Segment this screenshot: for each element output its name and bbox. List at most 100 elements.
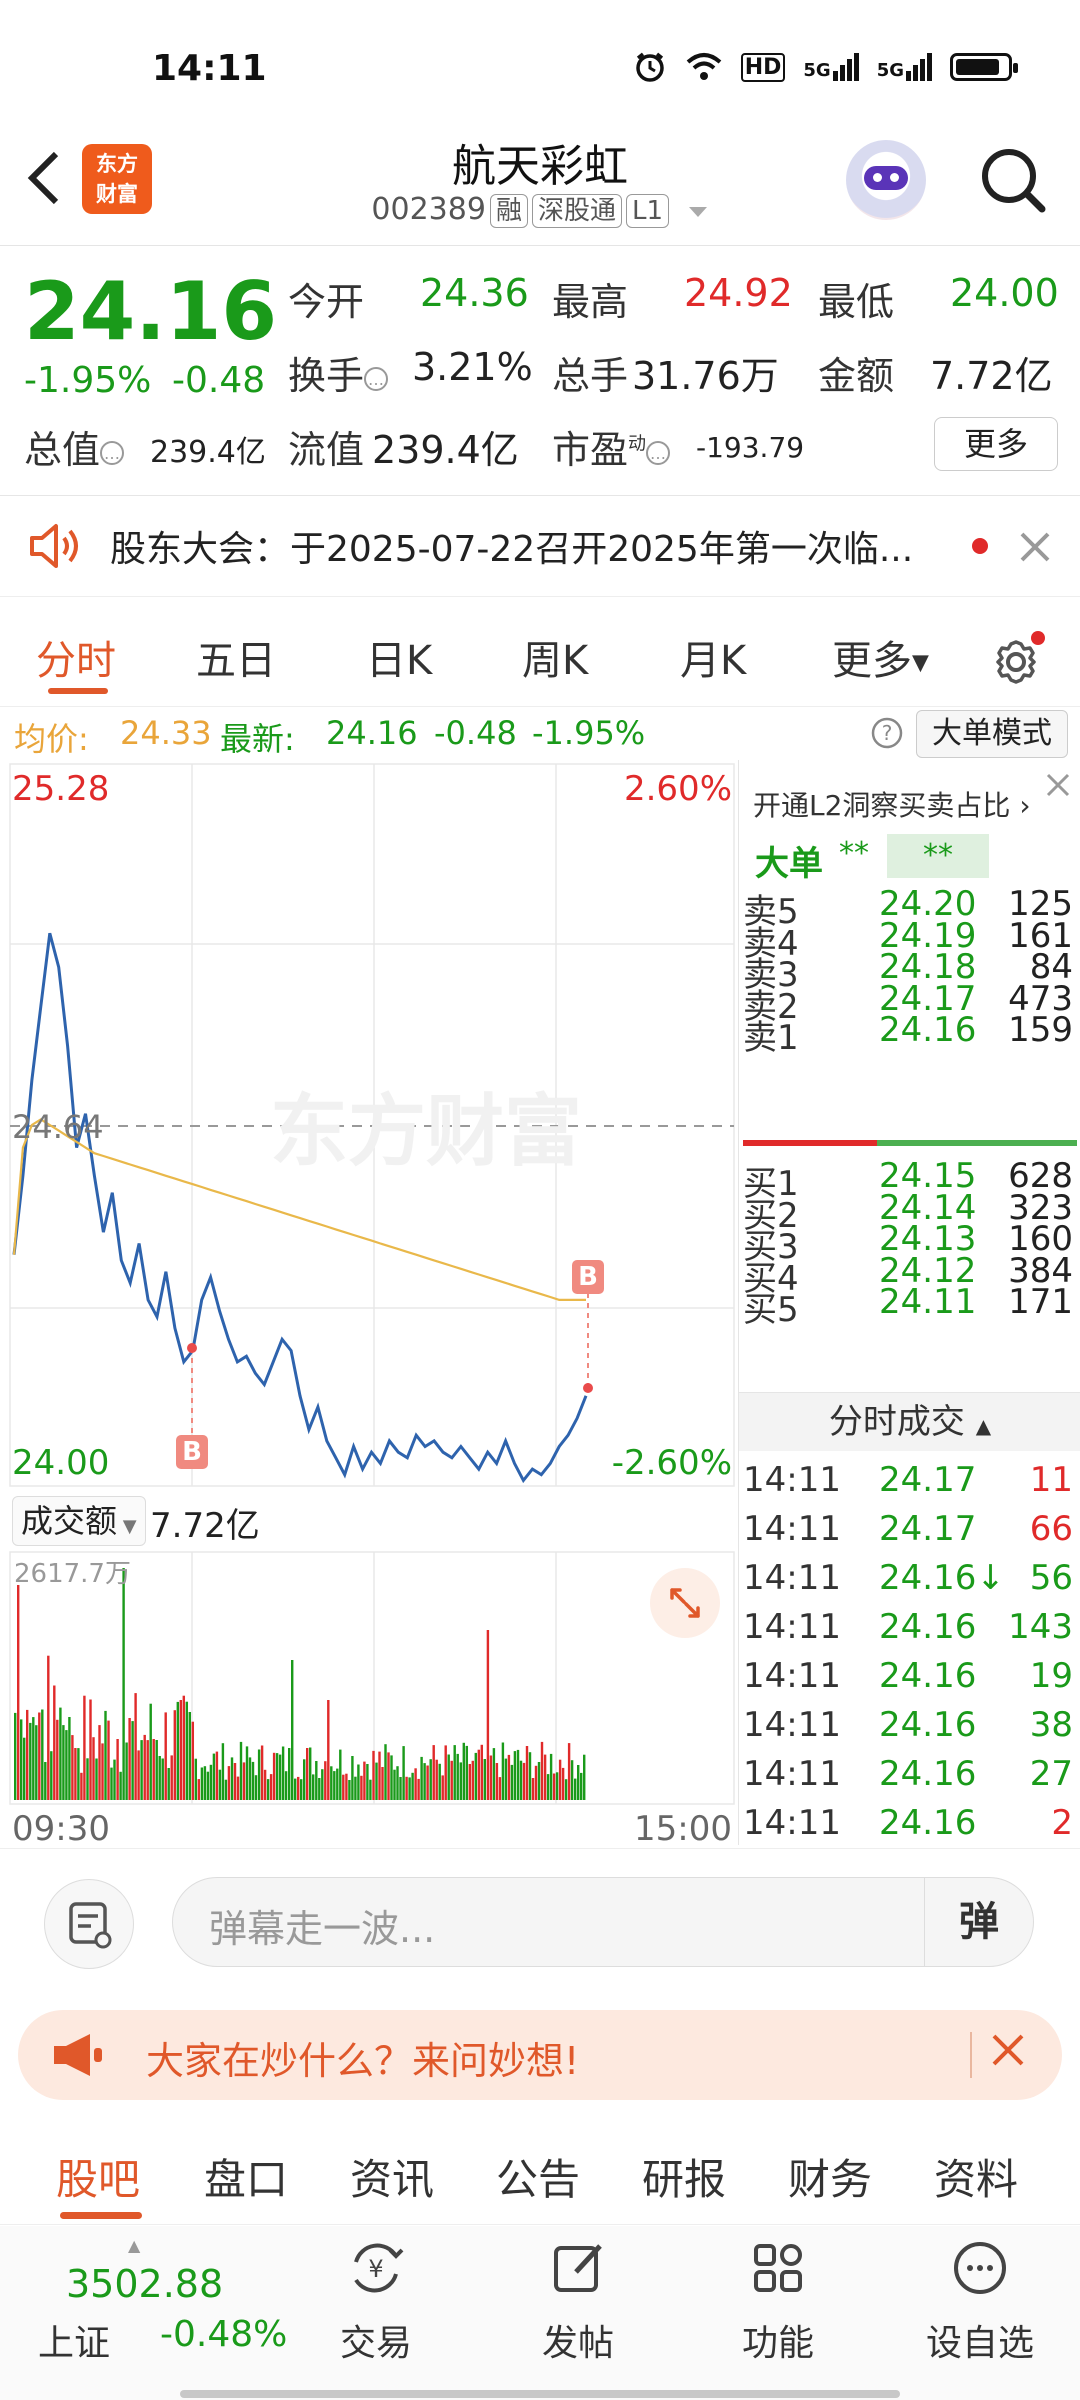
ask-row[interactable]: 卖1 24.16 159: [739, 1010, 1080, 1058]
buy-marker-2[interactable]: B: [572, 1260, 604, 1294]
trade-icon: ¥: [354, 2243, 404, 2293]
gear-icon: [996, 631, 1045, 684]
volume-bar: [209, 1764, 213, 1800]
quote-panel: 24.16 -1.95% -0.48 今开 24.36 最高 24.92 最低 …: [0, 245, 1080, 496]
bid-price: 24.11: [879, 1282, 977, 1322]
tab-five-day[interactable]: 五日: [196, 628, 276, 686]
volume-bar: [101, 1743, 104, 1800]
volume-bar: [236, 1776, 240, 1800]
nav-functions[interactable]: 功能: [708, 2226, 848, 2366]
tab-finance[interactable]: 财务: [788, 2146, 872, 2207]
close-icon[interactable]: [1018, 530, 1052, 564]
big-order-value-1: **: [839, 836, 869, 871]
index-widget[interactable]: ▲ 3502.88 上证 -0.48%: [20, 2236, 287, 2386]
close-icon[interactable]: [1045, 772, 1071, 798]
notice-text[interactable]: 股东大会：于2025-07-22召开2025年第一次临...: [110, 520, 913, 572]
info-icon[interactable]: …: [364, 366, 389, 391]
bid-row[interactable]: 买5 24.11 171: [739, 1282, 1080, 1330]
expand-icon: [670, 1588, 700, 1618]
volume-bar: [260, 1745, 264, 1800]
high-value: 24.92: [684, 271, 793, 315]
volume-selector[interactable]: 成交额 ▼: [12, 1496, 146, 1546]
volume-bar: [221, 1743, 225, 1800]
danmu-settings-button[interactable]: [44, 1879, 134, 1969]
tab-news[interactable]: 资讯: [350, 2146, 434, 2207]
marker-dot: [583, 1383, 593, 1393]
buy-marker-1[interactable]: B: [176, 1435, 208, 1469]
volume-bar: [291, 1660, 294, 1800]
volume-bar: [146, 1740, 149, 1800]
volume-bar: [327, 1700, 330, 1800]
tab-profile[interactable]: 资料: [934, 2146, 1018, 2207]
info-icon[interactable]: …: [100, 440, 125, 465]
tick-price: 24.16↓: [879, 1558, 1005, 1598]
volume-bar: [158, 1756, 161, 1800]
volume-bar: [411, 1772, 414, 1800]
tab-research[interactable]: 研报: [642, 2146, 726, 2207]
tab-announcements[interactable]: 公告: [496, 2146, 580, 2207]
stock-code: 002389: [371, 192, 486, 227]
ticks-header[interactable]: 分时成交 ▲: [739, 1392, 1080, 1451]
volume-bar: [59, 1707, 62, 1800]
tab-monthly-k[interactable]: 月K: [680, 628, 746, 686]
more-quote-button[interactable]: 更多: [934, 417, 1058, 471]
volume-bar: [507, 1754, 511, 1800]
tab-weekly-k[interactable]: 周K: [522, 628, 588, 686]
expand-chart-button[interactable]: [650, 1568, 720, 1638]
volume-bar: [399, 1777, 402, 1800]
volume-bar: [227, 1766, 231, 1800]
volume-bar: [456, 1753, 459, 1800]
close-banner-button[interactable]: [978, 2024, 1038, 2084]
tab-daily-k[interactable]: 日K: [366, 628, 432, 686]
dropdown-triangle-icon[interactable]: [687, 205, 709, 219]
danmu-send-button[interactable]: 弹: [924, 1878, 1033, 1966]
volume-bar: [429, 1759, 432, 1800]
turnover-label: 换手…: [288, 345, 389, 400]
nav-add-watchlist[interactable]: 设自选: [910, 2226, 1050, 2366]
info-icon[interactable]: …: [646, 440, 671, 465]
ask-ai-banner[interactable]: 大家在炒什么？来问妙想!: [18, 2010, 1062, 2100]
volume-bar: [173, 1710, 177, 1800]
volume-bar: [68, 1717, 71, 1800]
big-order-mode-button[interactable]: 大单模式: [916, 710, 1068, 758]
search-button[interactable]: [978, 145, 1048, 215]
intraday-chart[interactable]: 东方财富 25.28 2.60% 24.64 24.00 -2.60% 2617…: [0, 760, 740, 1845]
ask-ai-text[interactable]: 大家在炒什么？来问妙想!: [146, 2030, 579, 2085]
robot-assistant-avatar[interactable]: [846, 140, 926, 220]
settings-button[interactable]: [988, 630, 1048, 690]
volume-bar: [17, 1585, 20, 1800]
nav-post[interactable]: 发帖: [508, 2226, 648, 2366]
l2-promo-link[interactable]: 开通L2洞察买卖占比 ›: [753, 784, 1031, 824]
volume-bar: [297, 1776, 300, 1800]
volume-bar: [489, 1755, 493, 1800]
volume-bar: [342, 1774, 345, 1800]
tab-intraday[interactable]: 分时: [36, 628, 116, 686]
volume-bar: [230, 1757, 234, 1800]
nav-trade[interactable]: ¥ 交易: [306, 2226, 446, 2366]
tab-more[interactable]: 更多▼: [832, 628, 929, 686]
tab-guba[interactable]: 股吧: [56, 2146, 140, 2207]
volume-bar: [272, 1752, 276, 1800]
volume-bar: [248, 1757, 252, 1800]
time-start-label: 09:30: [12, 1809, 110, 1845]
volume-bar: [522, 1762, 526, 1800]
volume-bar: [119, 1771, 122, 1800]
volume-bar: [438, 1763, 441, 1800]
big-order-value-2: **: [887, 834, 989, 878]
volume-bar: [110, 1767, 113, 1800]
tab-pankou[interactable]: 盘口: [204, 2146, 288, 2207]
help-icon[interactable]: ?: [870, 716, 904, 750]
wifi-icon: [686, 53, 722, 80]
latest-change: -0.48: [434, 714, 517, 752]
danmu-input[interactable]: 弹幕走一波... 弹: [172, 1877, 1034, 1967]
unread-dot: [972, 538, 988, 554]
volume-bar: [390, 1755, 393, 1800]
volume-bar: [263, 1769, 267, 1800]
volume-bar: [450, 1760, 453, 1800]
volume-bar: [218, 1769, 222, 1800]
volume-bar: [465, 1745, 469, 1800]
marker-dot: [187, 1343, 197, 1353]
notice-bar[interactable]: 股东大会：于2025-07-22召开2025年第一次临...: [0, 496, 1080, 597]
volume-bar: [459, 1762, 463, 1800]
volume-max-label: 2617.7万: [14, 1559, 131, 1589]
